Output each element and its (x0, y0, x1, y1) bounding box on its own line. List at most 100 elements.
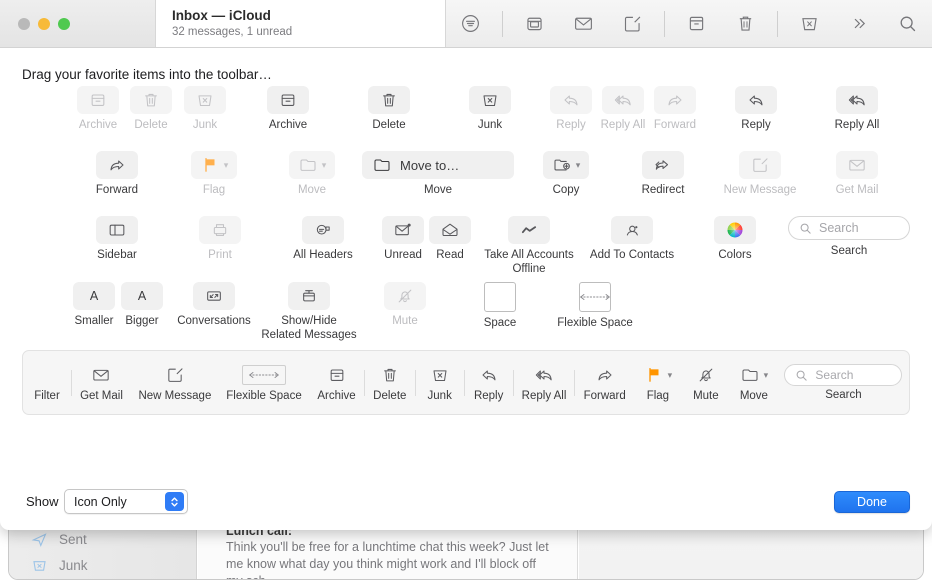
palette-item-tile[interactable] (96, 151, 138, 179)
default-set-item-archive[interactable]: Archive (309, 363, 364, 402)
archive-icon[interactable] (672, 0, 721, 48)
palette-item-tile[interactable] (739, 151, 781, 179)
palette-item-tile[interactable] (654, 86, 696, 114)
add-contact-icon (622, 220, 642, 240)
search-icon[interactable] (883, 0, 932, 48)
palette-item-tile[interactable]: ▾ (543, 151, 590, 179)
done-button[interactable]: Done (834, 491, 910, 513)
default-set-item-mute[interactable]: Mute (682, 363, 730, 402)
sidebar-item-sent[interactable]: Sent (31, 531, 87, 548)
palette-item-reply-all[interactable]: Reply All (801, 86, 913, 133)
palette-item-delete[interactable]: Delete (333, 86, 445, 133)
palette-item-new-message[interactable]: New Message (704, 151, 816, 198)
palette-item-tile[interactable] (611, 216, 653, 244)
palette-item-tile[interactable] (184, 86, 226, 114)
mute-icon (395, 286, 415, 306)
palette-item-archive[interactable]: Archive (232, 86, 344, 133)
reply-all-icon (847, 90, 867, 110)
palette-item-tile[interactable] (302, 216, 344, 244)
palette-item-label: Print (208, 249, 232, 263)
palette-item-tile[interactable] (508, 216, 550, 244)
palette-item-move[interactable]: Move to…Move (382, 151, 494, 198)
toolbar-item-palette: ArchiveDeleteJunkArchiveDeleteJunkReplyR… (22, 86, 910, 381)
palette-item-tile[interactable] (193, 282, 235, 310)
default-set-item-junk[interactable]: Junk (416, 363, 464, 402)
palette-item-label: Redirect (642, 184, 685, 198)
copy-icon (552, 155, 572, 175)
mail-icon[interactable] (559, 0, 608, 48)
palette-item-tile[interactable] (469, 86, 511, 114)
palette-item-move[interactable]: ▾Move (256, 151, 368, 198)
palette-item-forward[interactable]: Forward (61, 151, 173, 198)
read-icon (440, 220, 460, 240)
palette-item-tile[interactable] (368, 86, 410, 114)
overflow-icon[interactable] (834, 0, 883, 48)
default-set-item-label: Delete (373, 390, 406, 402)
palette-item-tile[interactable] (836, 86, 878, 114)
junk-icon[interactable] (785, 0, 834, 48)
palette-item-sidebar[interactable]: Sidebar (61, 216, 173, 263)
palette-item-label: Delete (372, 119, 405, 133)
palette-item-tile[interactable] (579, 282, 611, 312)
palette-item-tile[interactable]: Move to… (362, 151, 514, 179)
palette-item-label: Move (424, 184, 452, 198)
palette-item-flag[interactable]: ▾Flag (158, 151, 270, 198)
palette-item-redirect[interactable]: Redirect (607, 151, 719, 198)
palette-item-print[interactable]: Print (164, 216, 276, 263)
get-mail-icon[interactable] (510, 0, 559, 48)
palette-item-tile[interactable] (484, 282, 516, 312)
palette-item-tile[interactable] (836, 151, 878, 179)
sidebar-item-junk[interactable]: Junk (31, 557, 88, 574)
delete-icon[interactable] (721, 0, 770, 48)
palette-item-search[interactable]: SearchSearch (793, 216, 905, 259)
palette-item-tile[interactable] (267, 86, 309, 114)
palette-item-tile[interactable]: ▾ (191, 151, 238, 179)
palette-item-tile[interactable] (384, 282, 426, 310)
palette-item-tile[interactable]: Search (788, 216, 910, 240)
default-set-item-move[interactable]: ▾ Move (730, 363, 778, 402)
palette-item-add-to-contacts[interactable]: Add To Contacts (576, 216, 688, 263)
default-set-item-label: Move (740, 390, 768, 402)
minimize-button[interactable] (38, 18, 50, 30)
filter-icon[interactable] (446, 0, 495, 48)
sidebar-item-junk-label: Junk (59, 558, 88, 573)
palette-item-tile[interactable] (96, 216, 138, 244)
palette-item-label: Add To Contacts (590, 249, 674, 263)
default-set-item-delete[interactable]: Delete (365, 363, 415, 402)
default-set-item-get-mail[interactable]: Get Mail (72, 363, 131, 402)
new-message-icon[interactable] (608, 0, 657, 48)
palette-item-get-mail[interactable]: Get Mail (801, 151, 913, 198)
maximize-button[interactable] (58, 18, 70, 30)
palette-item-copy[interactable]: ▾Copy (510, 151, 622, 198)
default-set-item-flexible-space[interactable]: Flexible Space (219, 363, 309, 402)
default-set-item-filter[interactable]: Filter (23, 363, 71, 402)
search-input[interactable]: Search (784, 364, 902, 386)
palette-item-tile[interactable] (735, 86, 777, 114)
default-set-item-reply-all[interactable]: Reply All (514, 363, 575, 402)
palette-item-tile[interactable] (429, 216, 471, 244)
offline-icon (519, 220, 539, 240)
palette-item-tile[interactable]: A (121, 282, 163, 310)
palette-item-tile[interactable]: ▾ (289, 151, 336, 179)
chevron-down-icon: ▾ (764, 371, 769, 380)
show-label: Show (26, 494, 59, 509)
flag-icon (644, 365, 664, 385)
palette-item-tile[interactable] (199, 216, 241, 244)
palette-item-tile[interactable] (288, 282, 330, 310)
default-set-item-label: Reply (474, 390, 503, 402)
close-button[interactable] (18, 18, 30, 30)
palette-item-take-all-accounts-offline[interactable]: Take All Accounts Offline (473, 216, 585, 276)
default-set-item-new-message[interactable]: New Message (131, 363, 219, 402)
default-toolbar-set[interactable]: FilterGet MailNew MessageFlexible SpaceA… (22, 350, 910, 415)
show-dropdown[interactable]: Icon Only (64, 489, 188, 514)
palette-item-tile[interactable] (642, 151, 684, 179)
default-set-item-forward[interactable]: Forward (575, 363, 633, 402)
palette-item-flexible-space[interactable]: Flexible Space (539, 282, 651, 331)
default-set-item-reply[interactable]: Reply (465, 363, 513, 402)
forward-icon (665, 90, 685, 110)
default-set-item-flag[interactable]: ▾Flag (634, 363, 682, 402)
default-set-item-search[interactable]: SearchSearch (778, 364, 909, 401)
palette-item-tile[interactable] (714, 216, 756, 244)
palette-item-reply[interactable]: Reply (700, 86, 812, 133)
palette-item-colors[interactable]: Colors (679, 216, 791, 263)
